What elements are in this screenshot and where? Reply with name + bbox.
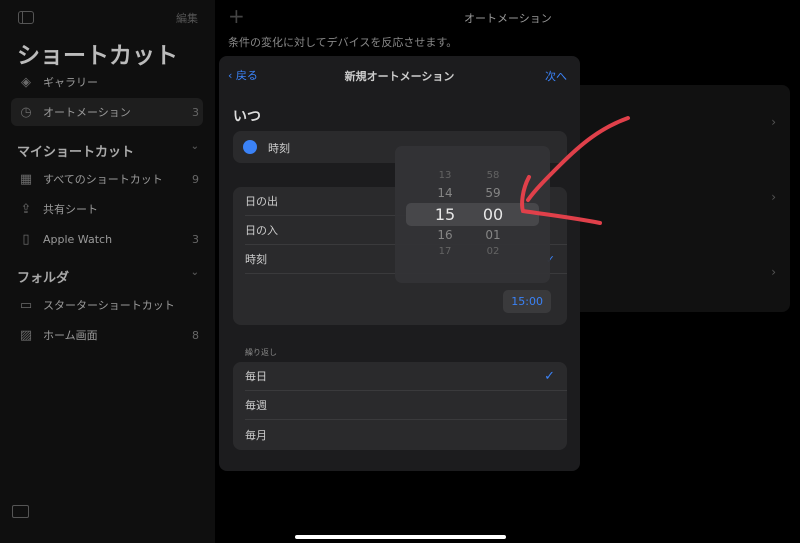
home-indicator xyxy=(295,535,506,539)
annotation-arrow xyxy=(520,116,630,225)
arrow-hook xyxy=(520,175,602,225)
arrow-stroke xyxy=(526,116,630,202)
